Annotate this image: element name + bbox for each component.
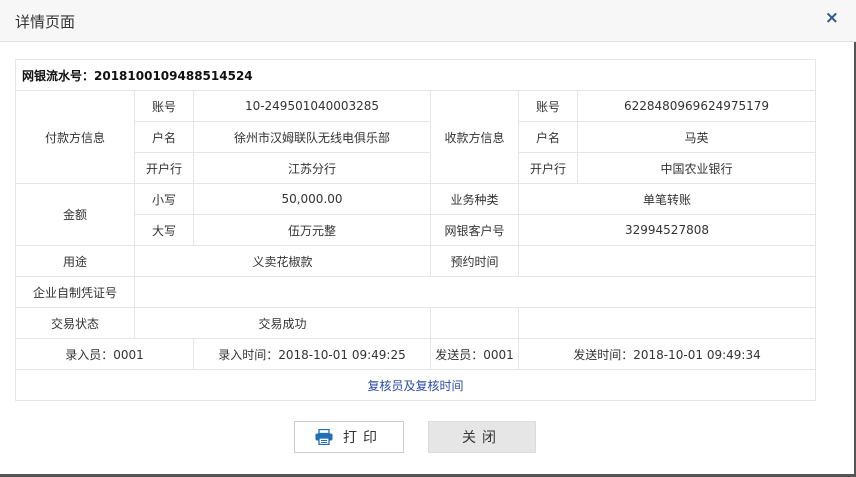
send-time: 发送时间：2018-10-01 09:49:34 [518,338,816,370]
payee-name-value: 马英 [577,121,816,153]
payee-account-value: 6228480969624975179 [577,90,816,122]
payer-account-label: 账号 [134,90,194,122]
transaction-detail-table: 网银流水号：2018100109488514524 付款方信息 账号 10-24… [15,59,816,401]
account-row: 付款方信息 账号 10-249501040003285 收款方信息 账号 622… [15,90,816,184]
amount-big-value: 伍万元整 [193,214,431,246]
amount-small-label: 小写 [134,183,194,215]
purpose-row: 用途 义卖花椒款 预约时间 [15,245,816,277]
review-cell: 复核员及复核时间 [15,369,816,401]
printer-icon [315,429,333,445]
print-button-label: 打印 [343,430,383,446]
business-type-value: 单笔转账 [518,183,816,215]
dialog-title: 详情页面 [15,13,76,31]
voucher-row: 企业自制凭证号 [15,276,816,308]
close-button-label: 关闭 [462,430,502,446]
close-icon[interactable]: × [825,8,839,28]
status-value: 交易成功 [134,307,431,339]
dialog-header: 详情页面 × [0,0,856,42]
business-type-label: 业务种类 [430,183,519,215]
review-row: 复核员及复核时间 [15,369,816,401]
amount-small-value: 50,000.00 [193,183,431,215]
purpose-value: 义卖花椒款 [134,245,431,277]
payee-bank-value: 中国农业银行 [577,152,816,184]
payee-group-label: 收款方信息 [430,90,519,184]
amount-big-row: 大写 伍万元整 网银客户号 32994527808 [16,214,816,246]
payer-group-label: 付款方信息 [15,90,135,184]
sender: 发送员：0001 [430,338,519,370]
customer-no-label: 网银客户号 [430,214,519,246]
name-row: 户名 徐州市汉姆联队无线电俱乐部 户名 马英 [16,121,816,153]
status-empty-cell-right [518,307,816,339]
customer-no-value: 32994527808 [518,214,816,246]
status-label: 交易状态 [15,307,135,339]
print-button[interactable]: 打印 [294,421,404,453]
status-row: 交易状态 交易成功 [15,307,816,339]
payer-bank-label: 开户行 [134,152,194,184]
close-button[interactable]: 关闭 [428,421,536,453]
amount-small-row: 金额 小写 50,000.00 业务种类 单笔转账 [15,183,816,246]
operator-row: 录入员：0001 录入时间：2018-10-01 09:49:25 发送员：00… [15,338,816,370]
payer-name-label: 户名 [134,121,194,153]
payee-name-label: 户名 [518,121,578,153]
payee-bank-label: 开户行 [518,152,578,184]
voucher-value [134,276,816,308]
amount-group-label: 金额 [15,183,135,246]
status-empty-cell [430,307,519,339]
payee-account-label: 账号 [518,90,578,122]
payer-name-value: 徐州市汉姆联队无线电俱乐部 [193,121,431,153]
review-link[interactable]: 复核员及复核时间 [367,379,463,393]
entry-time: 录入时间：2018-10-01 09:49:25 [193,338,431,370]
amount-big-label: 大写 [134,214,194,246]
appointment-value [518,245,816,277]
purpose-label: 用途 [15,245,135,277]
payer-bank-value: 江苏分行 [193,152,431,184]
serial-row: 网银流水号：2018100109488514524 [15,59,816,91]
payer-account-value: 10-249501040003285 [193,90,431,122]
appointment-label: 预约时间 [430,245,519,277]
bank-row: 开户行 江苏分行 开户行 中国农业银行 [16,152,816,184]
voucher-label: 企业自制凭证号 [15,276,135,308]
serial-number: 网银流水号：2018100109488514524 [15,59,816,91]
entry-clerk: 录入员：0001 [15,338,194,370]
